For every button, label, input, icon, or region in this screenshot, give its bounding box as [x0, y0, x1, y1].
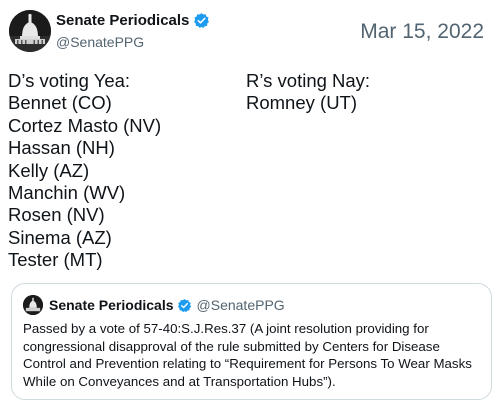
quoted-handle: @SenatePPG — [196, 297, 285, 313]
author-handle[interactable]: @SenatePPG — [56, 34, 144, 50]
yea-name: Kelly (AZ) — [8, 159, 90, 181]
quoted-display-name: Senate Periodicals — [49, 297, 174, 313]
nay-column: R’s voting Nay: Romney (UT) — [246, 70, 370, 115]
yea-name: Sinema (AZ) — [8, 226, 112, 248]
yea-name: Hassan (NH) — [8, 137, 115, 159]
yea-name: Cortez Masto (NV) — [8, 114, 162, 136]
yea-name: Bennet (CO) — [8, 92, 112, 114]
quoted-tweet[interactable]: Senate Periodicals @SenatePPG Passed by … — [11, 283, 492, 400]
tweet-card: Senate Periodicals @SenatePPG Mar 15, 20… — [0, 0, 500, 408]
quoted-tweet-header: Senate Periodicals @SenatePPG — [23, 295, 285, 315]
yea-heading: D’s voting Yea: — [8, 70, 131, 91]
nay-heading: R’s voting Nay: — [246, 70, 371, 91]
yea-column: D’s voting Yea: Bennet (CO) Cortez Masto… — [8, 70, 161, 272]
quoted-tweet-text: Passed by a vote of 57-40:S.J.Res.37 (A … — [23, 321, 472, 389]
verified-badge-icon — [193, 12, 210, 29]
author-avatar[interactable] — [9, 10, 51, 52]
yea-name: Manchin (WV) — [8, 182, 126, 204]
yea-name: Rosen (NV) — [8, 204, 105, 226]
yea-name: Tester (MT) — [8, 249, 103, 271]
tweet-date[interactable]: Mar 15, 2022 — [360, 20, 484, 44]
capitol-dome-icon — [9, 10, 51, 52]
author-display-name[interactable]: Senate Periodicals — [56, 12, 189, 29]
author-name-row: Senate Periodicals — [56, 12, 210, 29]
quoted-avatar — [23, 295, 43, 315]
capitol-dome-icon — [23, 295, 43, 315]
verified-badge-icon — [177, 298, 192, 313]
nay-name: Romney (UT) — [246, 92, 358, 114]
